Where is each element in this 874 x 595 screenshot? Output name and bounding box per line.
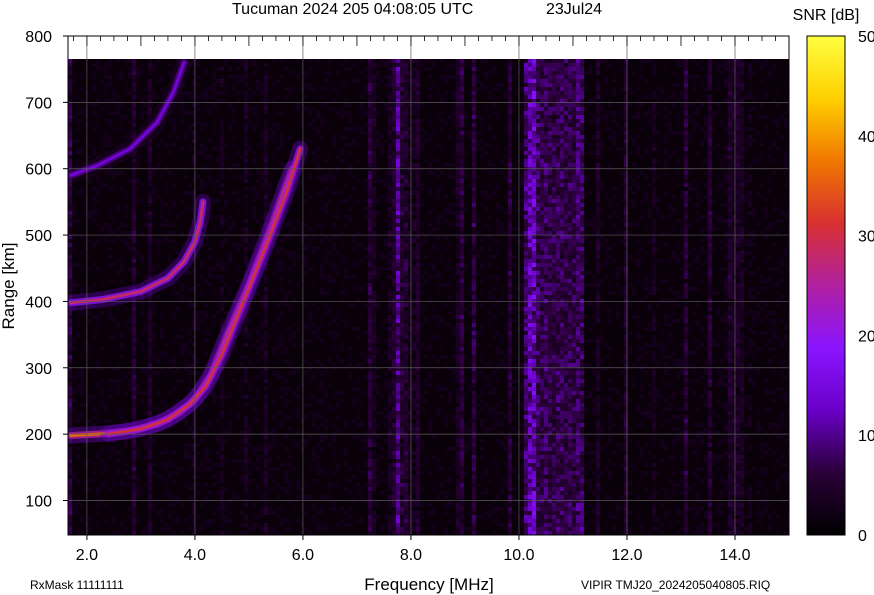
colorbar-tick-label-1: 10 [858, 428, 874, 445]
chart-title: Tucuman 2024 205 04:08:05 UTC [232, 1, 473, 18]
y-tick-label-1: 200 [25, 427, 52, 444]
x-tick-label-1: 4.0 [184, 547, 206, 564]
y-tick-label-5: 600 [25, 162, 52, 179]
colorbar-label: SNR [dB] [793, 7, 860, 24]
colorbar-tick-label-0: 0 [858, 528, 867, 545]
y-tick-label-6: 700 [25, 95, 52, 112]
colorbar-tick-label-5: 50 [858, 29, 874, 46]
x-tick-label-2: 6.0 [292, 547, 314, 564]
plot-area [67, 35, 790, 536]
y-tick-label-0: 100 [25, 493, 52, 510]
x-tick-label-0: 2.0 [76, 547, 98, 564]
y-axis-label: Range [km] [0, 243, 18, 330]
y-axis: 100 200 300 400 500 600 700 800 [25, 29, 68, 510]
x-tick-label-6: 14.0 [719, 547, 750, 564]
colorbar-tick-label-2: 20 [858, 328, 874, 345]
y-tick-label-2: 300 [25, 361, 52, 378]
x-tick-label-3: 8.0 [400, 547, 422, 564]
x-tick-label-5: 12.0 [611, 547, 642, 564]
colorbar-tick-label-3: 30 [858, 229, 874, 246]
rxmask-label: RxMask 11111111 [30, 578, 124, 592]
colorbar-gradient [806, 35, 846, 536]
y-tick-label-3: 400 [25, 294, 52, 311]
colorbar: SNR [dB] 0 10 20 30 40 50 [793, 7, 874, 545]
ionogram-chart: Tucuman 2024 205 04:08:05 UTC 23Jul24 2.… [0, 1, 874, 594]
chart-date: 23Jul24 [546, 1, 602, 18]
y-tick-label-4: 500 [25, 228, 52, 245]
x-tick-label-4: 10.0 [503, 547, 534, 564]
y-tick-label-7: 800 [25, 29, 52, 46]
x-axis-label: Frequency [MHz] [364, 575, 493, 594]
colorbar-tick-label-4: 40 [858, 129, 874, 146]
file-label: VIPIR TMJ20_2024205040805.RIQ [581, 578, 770, 592]
